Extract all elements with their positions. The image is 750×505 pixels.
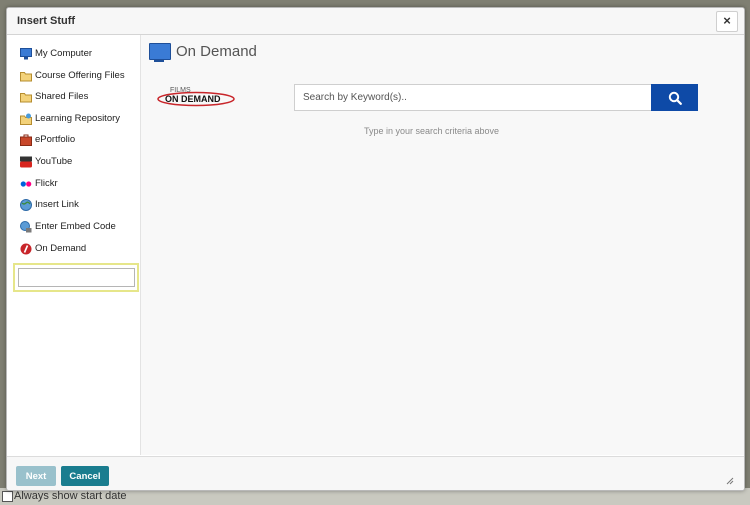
youtube-icon — [20, 156, 32, 168]
flickr-icon — [20, 181, 32, 187]
cancel-button[interactable]: Cancel — [61, 466, 109, 486]
sidebar-item-insert-link[interactable]: Insert Link — [17, 196, 141, 214]
dialog-title: Insert Stuff — [17, 15, 76, 27]
sidebar-item-label: Learning Repository — [35, 113, 121, 124]
selected-item-box — [18, 268, 135, 287]
sidebar-item-label: Insert Link — [35, 199, 79, 210]
keyword-search-input[interactable] — [294, 84, 652, 111]
sidebar-item-eportfolio[interactable]: ePortfolio — [17, 131, 141, 149]
search-button[interactable] — [651, 84, 698, 111]
sidebar-item-shared-files[interactable]: Shared Files — [17, 88, 141, 106]
sidebar-item-label: Course Offering Files — [35, 70, 125, 81]
sidebar-item-my-computer[interactable]: My Computer — [17, 45, 141, 63]
sidebar-item-flickr[interactable]: Flickr — [17, 175, 141, 193]
search-icon — [668, 91, 682, 105]
films-on-demand-logo: FILMS ON DEMAND — [157, 87, 235, 107]
folder-icon — [20, 93, 32, 103]
monitor-icon — [149, 43, 171, 60]
films-on-demand-icon — [20, 243, 32, 255]
repository-icon — [20, 113, 32, 125]
sidebar-item-label: ePortfolio — [35, 134, 76, 145]
always-show-start-date-label: Always show start date — [14, 490, 127, 502]
sidebar-item-label: My Computer — [35, 48, 93, 59]
logo-large-text: ON DEMAND — [165, 94, 221, 104]
logo-small-text: FILMS — [170, 87, 191, 94]
sidebar-item-enter-embed-code[interactable]: Enter Embed Code — [17, 218, 141, 236]
computer-icon — [20, 48, 32, 60]
globe-icon — [20, 199, 32, 211]
next-button[interactable]: Next — [16, 466, 56, 486]
sidebar-item-learning-repository[interactable]: Learning Repository — [17, 110, 141, 128]
checkbox-icon — [2, 491, 13, 502]
selected-item-highlight — [13, 263, 139, 292]
embed-icon — [20, 221, 32, 233]
source-sidebar: My Computer Course Offering Files Shared… — [9, 35, 141, 455]
search-hint: Type in your search criteria above — [364, 126, 500, 136]
briefcase-icon — [20, 134, 32, 146]
sidebar-item-youtube[interactable]: YouTube — [17, 153, 141, 171]
folder-icon — [20, 72, 32, 82]
sidebar-item-label: Flickr — [35, 178, 58, 189]
resize-grip-icon[interactable] — [726, 477, 734, 485]
sidebar-item-label: YouTube — [35, 156, 73, 167]
close-button[interactable]: × — [716, 11, 738, 32]
sidebar-item-label: On Demand — [35, 243, 87, 254]
dialog-footer: Next Cancel — [7, 456, 744, 490]
sidebar-item-on-demand[interactable]: On Demand — [17, 240, 141, 258]
panel-title: On Demand — [176, 43, 257, 60]
insert-stuff-dialog: Insert Stuff × My Computer Course Offeri… — [6, 7, 745, 491]
on-demand-panel: On Demand FILMS ON DEMAND Type in your s… — [141, 35, 744, 455]
dialog-titlebar: Insert Stuff × — [7, 8, 744, 35]
monitor-stand — [154, 59, 164, 62]
sidebar-item-label: Shared Files — [35, 91, 89, 102]
sidebar-item-course-offering-files[interactable]: Course Offering Files — [17, 67, 141, 85]
sidebar-item-label: Enter Embed Code — [35, 221, 116, 232]
